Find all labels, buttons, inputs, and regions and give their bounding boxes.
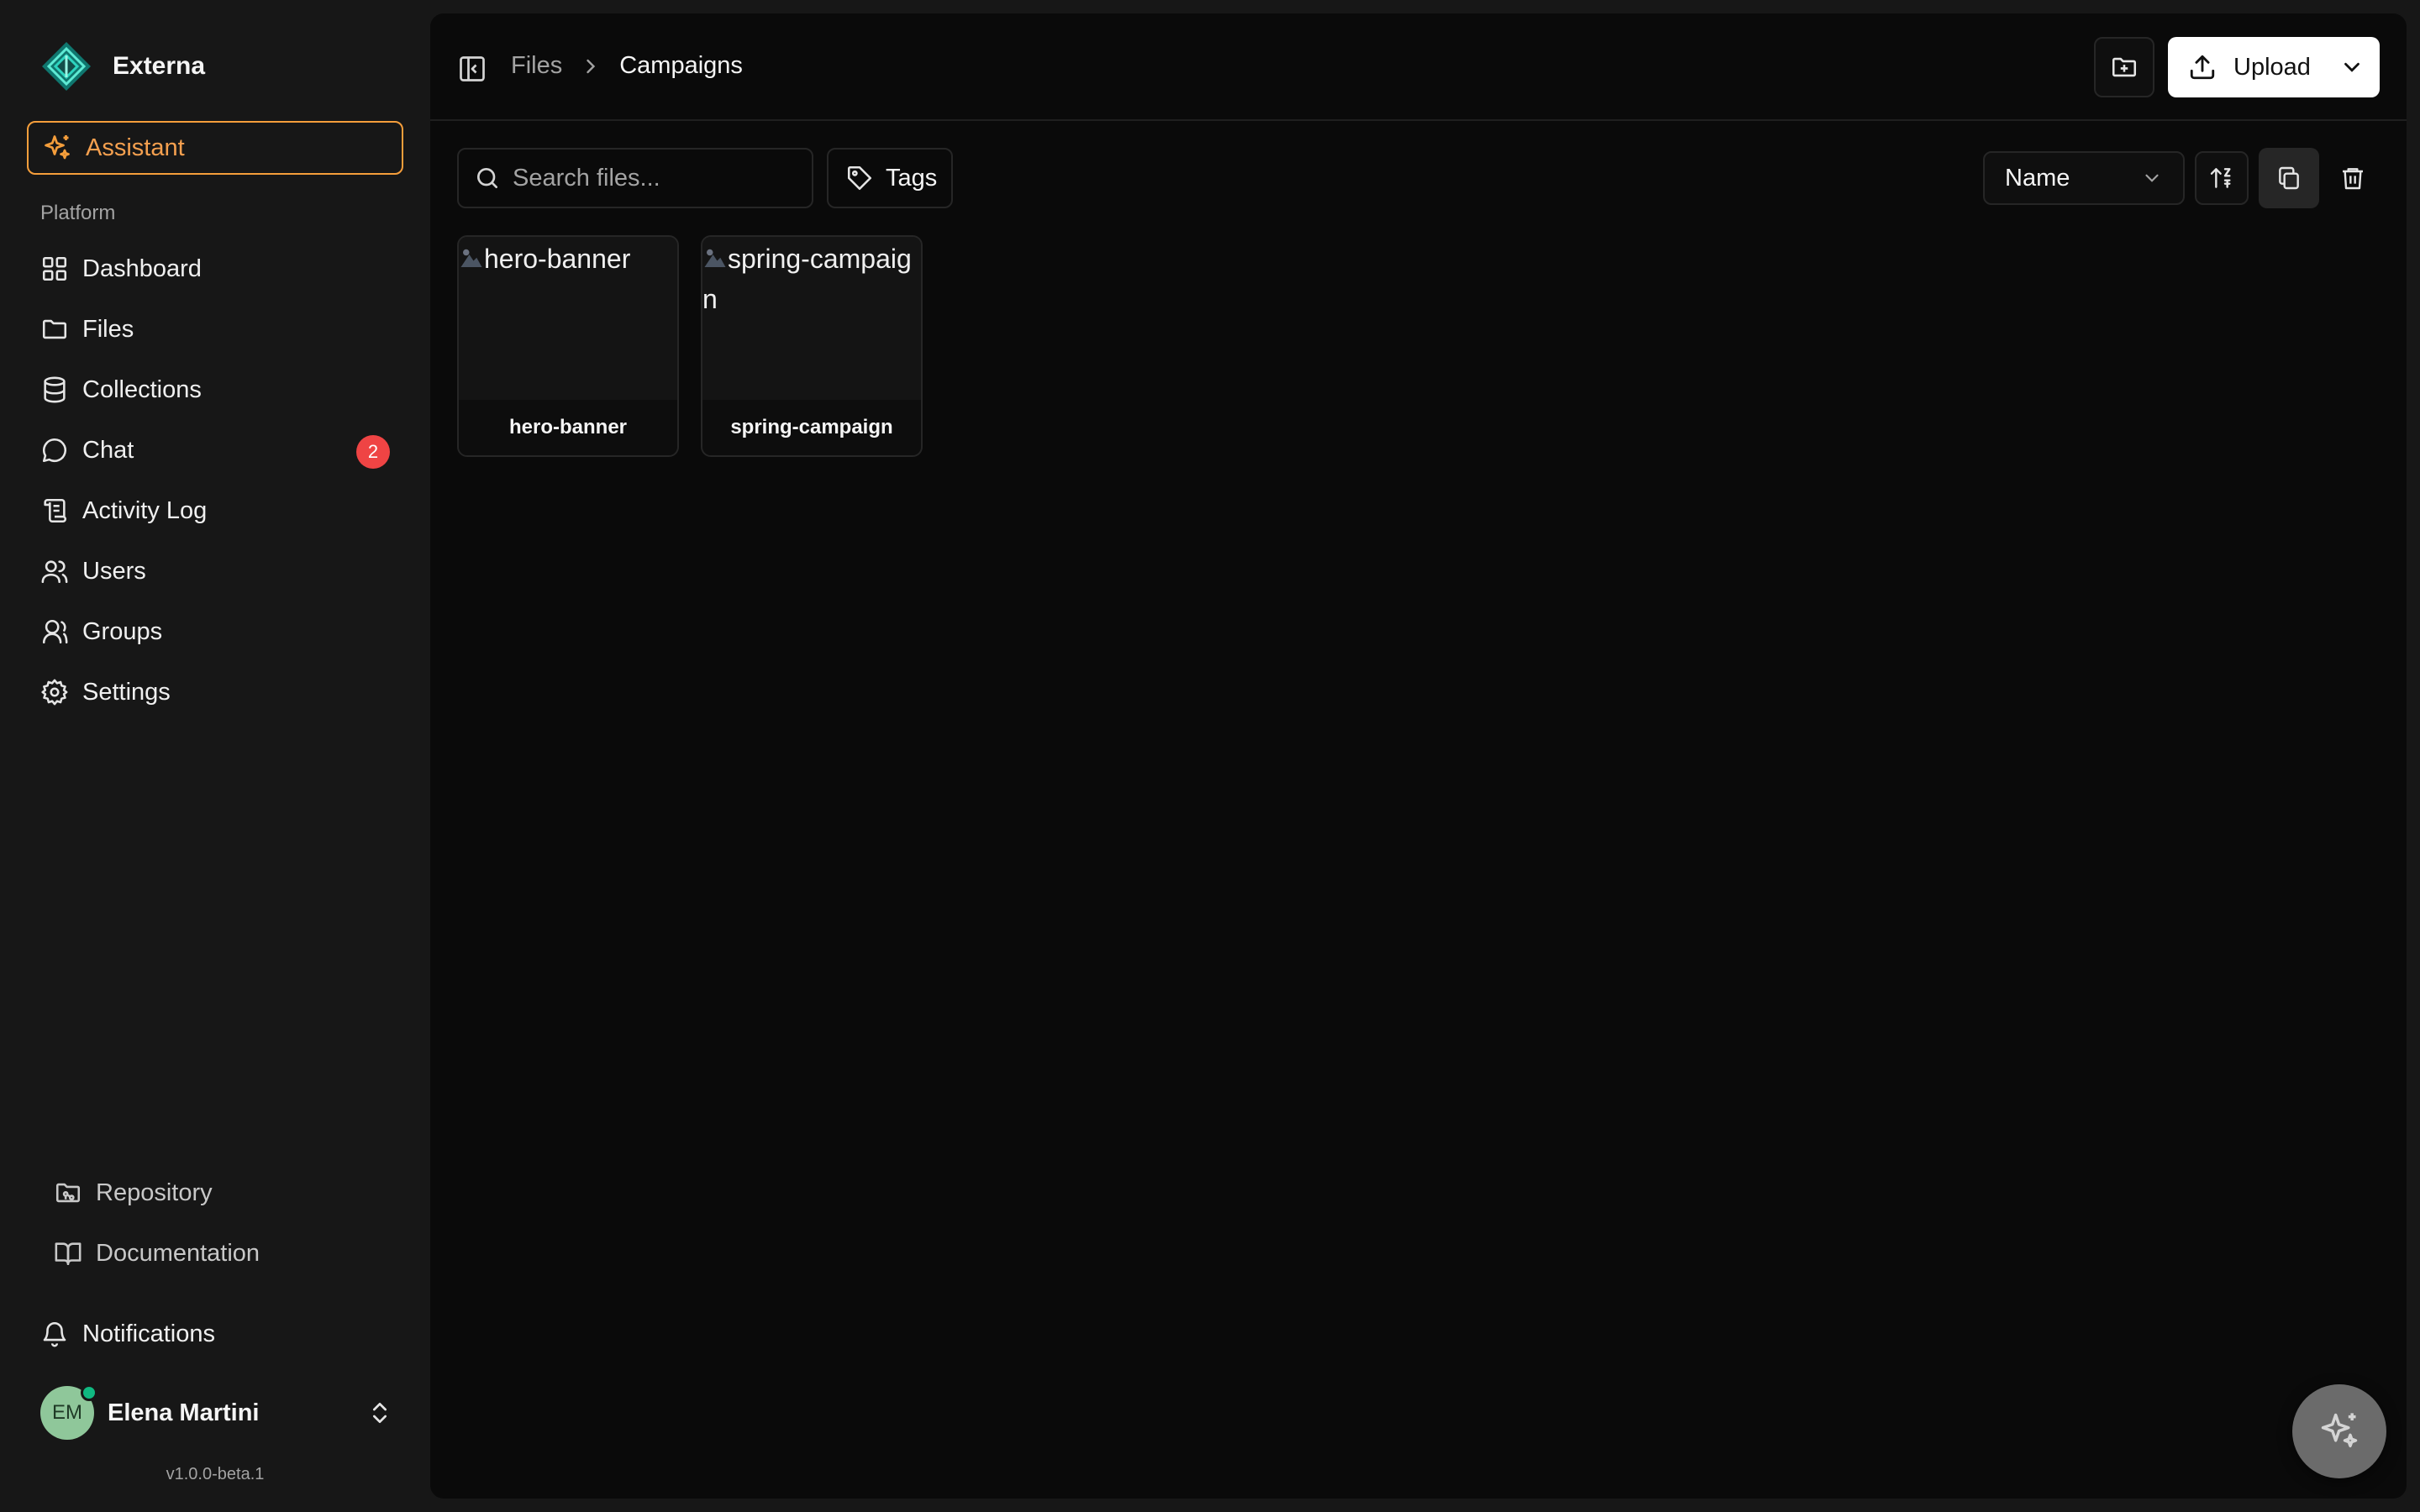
sidebar-item-files[interactable]: Files bbox=[27, 299, 403, 360]
delete-button[interactable] bbox=[2326, 151, 2380, 205]
chevron-down-icon[interactable] bbox=[2339, 55, 2365, 80]
sidebar-item-label: Files bbox=[82, 315, 134, 343]
sidebar-link-label: Documentation bbox=[96, 1239, 260, 1267]
scroll-log-icon bbox=[44, 498, 66, 523]
sidebar-link-label: Repository bbox=[96, 1179, 213, 1206]
upload-icon bbox=[2190, 55, 2215, 80]
sort-direction-button[interactable] bbox=[2195, 151, 2249, 205]
app-version: v1.0.0-beta.1 bbox=[166, 1465, 265, 1483]
brand[interactable]: Externa bbox=[40, 40, 205, 92]
file-name: spring-campaign bbox=[702, 400, 921, 455]
sort-ascending-icon bbox=[2210, 168, 2231, 188]
assistant-fab[interactable] bbox=[2292, 1384, 2386, 1478]
users-icon bbox=[41, 560, 68, 584]
copy-icon bbox=[2279, 166, 2299, 190]
file-thumbnail: hero-banner bbox=[459, 237, 677, 402]
user-name: Elena Martini bbox=[108, 1399, 260, 1426]
user-group-icon bbox=[42, 619, 68, 644]
trash-icon bbox=[2343, 168, 2363, 190]
book-open-icon bbox=[55, 1242, 82, 1266]
folder-icon bbox=[42, 319, 67, 339]
avatar-initials: EM bbox=[52, 1401, 82, 1424]
search-input[interactable] bbox=[513, 164, 798, 192]
sidebar-item-label: Dashboard bbox=[82, 255, 202, 282]
avatar: EM bbox=[40, 1384, 97, 1440]
sidebar-item-groups[interactable]: Groups bbox=[27, 601, 403, 662]
sidebar-item-activity-log[interactable]: Activity Log bbox=[27, 480, 403, 541]
sidebar-item-label: Groups bbox=[82, 617, 163, 645]
copy-button[interactable] bbox=[2259, 148, 2319, 208]
sort-selected-value: Name bbox=[2005, 164, 2070, 192]
broken-image-icon bbox=[460, 249, 482, 267]
sort-by-select[interactable]: Name bbox=[1983, 151, 2185, 205]
sidebar-item-label: Collections bbox=[82, 375, 202, 403]
chat-unread-badge: 2 bbox=[356, 435, 390, 469]
sidebar-link-repository[interactable]: Repository bbox=[40, 1163, 393, 1223]
breadcrumb: Files Campaigns bbox=[511, 52, 743, 80]
sidebar-item-label: Chat bbox=[82, 436, 134, 464]
file-grid: hero-banner hero-banner spring-campaign … bbox=[457, 235, 923, 457]
chevrons-up-down-icon bbox=[373, 1403, 387, 1423]
sidebar-notifications: Notifications bbox=[27, 1304, 403, 1364]
search-icon bbox=[477, 168, 497, 188]
search-box bbox=[457, 148, 813, 208]
sidebar: Externa Assistant Platform Dashboard Fil… bbox=[0, 0, 430, 1512]
assistant-button[interactable]: Assistant bbox=[27, 121, 403, 175]
upload-button[interactable]: Upload bbox=[2168, 37, 2380, 97]
sidebar-item-label: Activity Log bbox=[82, 496, 208, 524]
sidebar-item-users[interactable]: Users bbox=[27, 541, 403, 601]
file-name: hero-banner bbox=[459, 400, 677, 455]
user-menu[interactable]: EM Elena Martini bbox=[40, 1383, 393, 1443]
breadcrumb-files[interactable]: Files bbox=[511, 52, 562, 80]
tags-filter-button[interactable]: Tags bbox=[827, 148, 953, 208]
file-card-spring-campaign[interactable]: spring-campaign spring-campaign bbox=[701, 235, 923, 457]
sidebar-link-documentation[interactable]: Documentation bbox=[40, 1223, 393, 1284]
folder-plus-icon bbox=[2112, 57, 2137, 77]
broken-image-icon bbox=[704, 249, 726, 267]
upload-label: Upload bbox=[2233, 53, 2311, 81]
sidebar-item-chat[interactable]: Chat 2 bbox=[27, 420, 403, 480]
chat-bubble-icon bbox=[42, 438, 66, 463]
database-icon bbox=[44, 376, 66, 403]
chevron-down-icon bbox=[2145, 174, 2159, 182]
tags-icon bbox=[847, 165, 872, 191]
sidebar-item-label: Settings bbox=[82, 678, 171, 706]
sidebar-bottom-links: Repository Documentation bbox=[40, 1163, 393, 1284]
tags-label: Tags bbox=[886, 164, 938, 192]
new-folder-button[interactable] bbox=[2094, 37, 2154, 97]
sidebar-nav: Dashboard Files Collections Chat 2 Activ… bbox=[27, 239, 403, 722]
externa-logo-icon bbox=[42, 42, 91, 91]
notifications-label: Notifications bbox=[82, 1320, 215, 1347]
grid-icon bbox=[42, 256, 67, 281]
sidebar-toggle-icon[interactable] bbox=[457, 54, 487, 84]
assistant-label: Assistant bbox=[86, 134, 185, 161]
chevron-right-icon bbox=[587, 59, 596, 73]
file-card-hero-banner[interactable]: hero-banner hero-banner bbox=[457, 235, 679, 457]
sidebar-item-label: Users bbox=[82, 557, 146, 585]
section-label-platform: Platform bbox=[40, 202, 116, 224]
file-thumbnail-alt: hero-banner bbox=[484, 244, 631, 274]
sidebar-item-collections[interactable]: Collections bbox=[27, 360, 403, 420]
folder-git-icon bbox=[55, 1183, 81, 1203]
brand-name: Externa bbox=[113, 52, 206, 80]
sidebar-item-settings[interactable]: Settings bbox=[27, 662, 403, 722]
sparkles-icon bbox=[2321, 1413, 2358, 1448]
notifications-button[interactable]: Notifications bbox=[27, 1304, 403, 1364]
bell-icon bbox=[43, 1322, 66, 1347]
file-thumbnail: spring-campaign bbox=[702, 237, 921, 402]
gear-icon bbox=[41, 679, 68, 706]
sparkles-icon bbox=[45, 135, 70, 160]
main-panel: Files Campaigns Upload Search files... T… bbox=[430, 13, 2407, 1499]
breadcrumb-current: Campaigns bbox=[619, 52, 743, 79]
top-bar: Files Campaigns Upload bbox=[430, 13, 2407, 121]
file-thumbnail-alt: spring-campaign bbox=[702, 244, 912, 314]
app-window: Externa Assistant Platform Dashboard Fil… bbox=[0, 0, 2420, 1512]
online-status-dot bbox=[81, 1384, 97, 1401]
sidebar-item-dashboard[interactable]: Dashboard bbox=[27, 239, 403, 299]
